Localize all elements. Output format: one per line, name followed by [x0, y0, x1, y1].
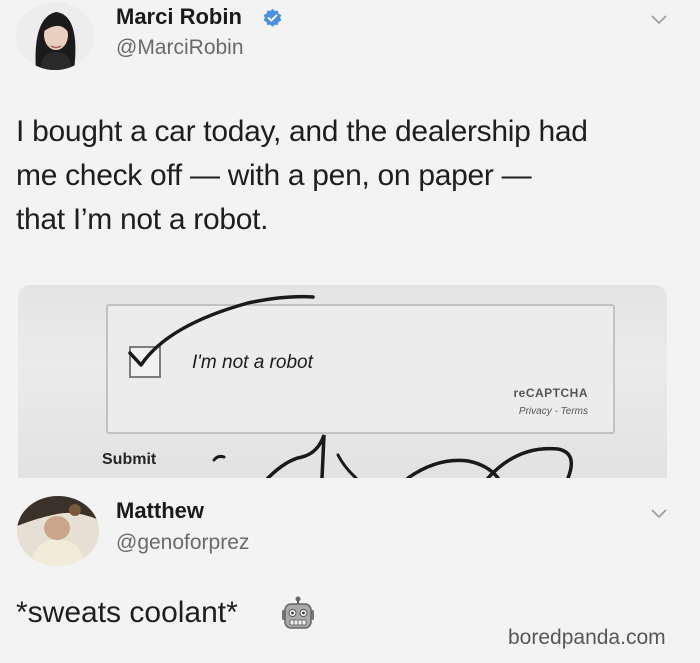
chevron-down-icon[interactable]	[650, 508, 668, 520]
avatar-photo	[16, 2, 94, 70]
tweet: Marci Robin @MarciRobin I bought a car t…	[0, 0, 700, 480]
avatar[interactable]	[16, 2, 94, 70]
reply-text: *sweats coolant*	[16, 596, 238, 629]
author-handle[interactable]: @genoforprez	[116, 531, 249, 555]
author-name[interactable]: Marci Robin	[116, 4, 242, 30]
watermark: boredpanda.com	[508, 626, 666, 649]
checkbox-label: I'm not a robot	[192, 352, 313, 373]
tweet-text-line: I bought a car today, and the dealership…	[16, 115, 588, 148]
tweet-text-line: me check off — with a pen, on paper —	[16, 159, 532, 192]
submit-label: Submit	[102, 451, 157, 468]
tweet-text-line: that I’m not a robot.	[16, 203, 269, 236]
checkbox	[129, 346, 161, 378]
robot-face-icon	[282, 596, 314, 629]
attached-photo[interactable]: I'm not a robot reCAPTCHA Privacy - Term…	[18, 285, 667, 478]
author-name[interactable]: Matthew	[116, 498, 204, 524]
screenshot: Marci Robin @MarciRobin I bought a car t…	[0, 0, 700, 663]
tweet-text: I bought a car today, and the dealership…	[16, 110, 686, 242]
verified-badge-icon	[263, 8, 282, 27]
avatar-photo	[17, 496, 99, 566]
chevron-down-icon[interactable]	[650, 14, 668, 26]
recaptcha-widget: I'm not a robot reCAPTCHA Privacy - Term…	[106, 304, 615, 434]
author-handle[interactable]: @MarciRobin	[116, 36, 244, 60]
recaptcha-links: Privacy - Terms	[518, 406, 588, 417]
avatar[interactable]	[17, 496, 99, 566]
recaptcha-brand: reCAPTCHA	[513, 386, 588, 400]
